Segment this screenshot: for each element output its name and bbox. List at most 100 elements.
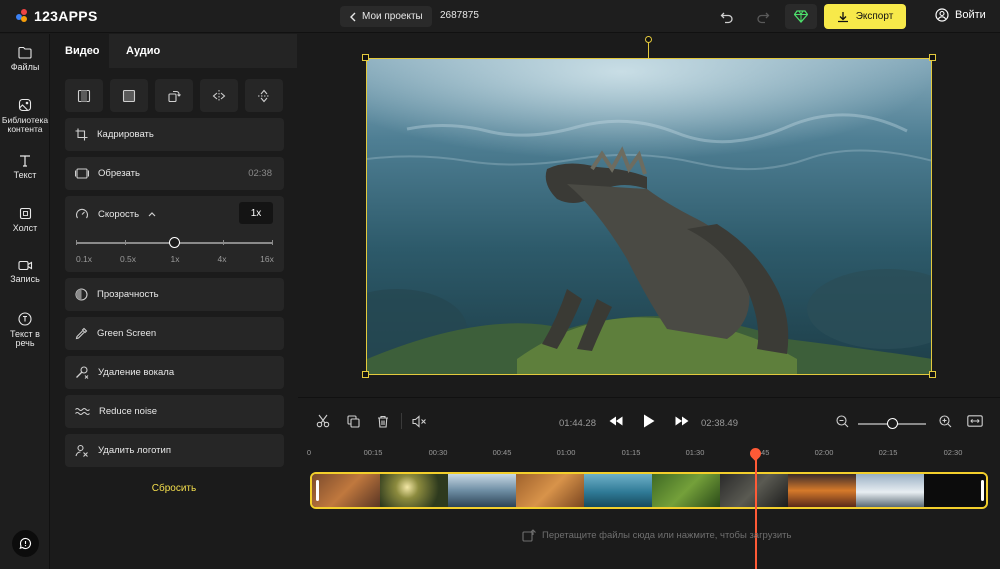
nav-item-canvas[interactable]: Холст — [0, 207, 50, 233]
eyedropper-icon — [75, 327, 88, 340]
chat-icon — [19, 538, 32, 550]
ruler-label: 01:15 — [621, 448, 641, 457]
help-chat-button[interactable] — [12, 530, 39, 557]
vocal-removal-label: Удаление вокала — [98, 367, 175, 378]
rewind-button[interactable] — [607, 412, 625, 430]
speed-slider-thumb[interactable] — [169, 237, 180, 248]
reduce-noise-row[interactable]: Reduce noise — [65, 395, 284, 428]
flip-horizontal-button[interactable] — [200, 79, 238, 112]
tab-audio[interactable]: Аудио — [126, 45, 160, 57]
clip-trim-handle-left[interactable] — [316, 480, 319, 501]
my-projects-button[interactable]: Мои проекты — [340, 6, 432, 27]
undo-button[interactable] — [716, 6, 738, 28]
resize-handle-bottom-left[interactable] — [362, 371, 369, 378]
opacity-icon — [75, 288, 88, 301]
rotate-icon — [168, 90, 181, 102]
green-screen-row[interactable]: Green Screen — [65, 317, 284, 350]
fit-timeline-button[interactable] — [966, 412, 984, 430]
fast-forward-icon — [675, 416, 689, 426]
logo-text: 123APPS — [34, 8, 98, 24]
logo-mark-icon — [16, 9, 30, 23]
reset-button[interactable]: Сбросить — [51, 483, 297, 494]
export-button[interactable]: Экспорт — [824, 4, 906, 29]
nav-label: Запись — [10, 274, 40, 284]
speed-mark: 0.5x — [119, 254, 137, 264]
mute-button[interactable] — [410, 412, 428, 430]
timeline-zoom-thumb[interactable] — [886, 418, 898, 429]
fast-forward-button[interactable] — [673, 412, 691, 430]
nav-label: Текст в речь — [10, 329, 40, 349]
clip-thumbnail — [856, 474, 924, 507]
copy-icon — [346, 414, 360, 428]
diamond-icon — [794, 10, 808, 23]
resize-handle-top-left[interactable] — [362, 54, 369, 61]
nav-item-text[interactable]: Текст — [0, 154, 50, 180]
zoom-out-icon — [835, 414, 848, 427]
nav-item-text-to-speech[interactable]: Текст в речь — [0, 312, 50, 349]
redo-button[interactable] — [752, 6, 774, 28]
speed-mark: 0.1x — [75, 254, 93, 264]
play-button[interactable] — [640, 412, 658, 430]
microphone-off-icon — [76, 366, 89, 379]
clip-thumbnail — [448, 474, 516, 507]
project-id[interactable]: 2687875 — [440, 10, 479, 21]
rotate-button[interactable] — [155, 79, 193, 112]
clip-thumbnail — [312, 474, 380, 507]
speed-tick — [125, 240, 126, 245]
speed-header[interactable]: Скорость — [75, 207, 156, 221]
resize-handle-bottom-right[interactable] — [929, 371, 936, 378]
timeline[interactable]: 0 00:15 00:30 00:45 01:00 01:15 01:30 01… — [298, 441, 1000, 569]
rotate-handle[interactable] — [645, 36, 652, 43]
play-icon — [644, 414, 655, 428]
clip-trim-handle-right[interactable] — [981, 480, 984, 501]
chevron-up-icon — [148, 212, 156, 217]
video-frame[interactable] — [366, 58, 932, 375]
trim-row[interactable]: Обрезать 02:38 — [65, 157, 284, 190]
app-logo[interactable]: 123APPS — [16, 8, 98, 24]
resize-handle-top-right[interactable] — [929, 54, 936, 61]
crop-row[interactable]: Кадрировать — [65, 118, 284, 151]
vocal-removal-row[interactable]: Удаление вокала — [65, 356, 284, 389]
flip-vertical-icon — [258, 89, 270, 102]
duplicate-button[interactable] — [344, 412, 362, 430]
nav-item-files[interactable]: Файлы — [0, 46, 50, 72]
tab-video[interactable]: Видео — [65, 45, 100, 57]
drop-hint-text: Перетащите файлы сюда или нажмите, чтобы… — [542, 530, 792, 541]
speed-value-input[interactable]: 1x — [239, 202, 273, 224]
fit-frame-icon — [77, 89, 91, 102]
left-nav: Файлы Библиотека контента Текст Холст За… — [0, 34, 50, 569]
folder-icon — [18, 46, 32, 59]
zoom-in-icon — [938, 414, 951, 427]
top-bar: 123APPS Мои проекты 2687875 Экспорт Войт… — [0, 0, 1000, 33]
text-to-speech-icon — [18, 312, 32, 326]
trim-icon — [75, 168, 89, 179]
toolbar-divider — [401, 413, 402, 429]
video-preview-area — [298, 34, 1000, 397]
flip-vertical-button[interactable] — [245, 79, 283, 112]
nav-item-content-library[interactable]: Библиотека контента — [0, 98, 50, 134]
opacity-row[interactable]: Прозрачность — [65, 278, 284, 311]
chevron-left-icon — [350, 12, 356, 21]
zoom-out-button[interactable] — [833, 412, 851, 430]
speed-tick — [272, 240, 273, 245]
export-label: Экспорт — [855, 11, 894, 22]
green-screen-label: Green Screen — [97, 328, 157, 339]
clip-thumbnail — [380, 474, 448, 507]
fill-button[interactable] — [110, 79, 148, 112]
remove-logo-icon — [75, 444, 88, 457]
premium-button[interactable] — [785, 4, 817, 29]
split-button[interactable] — [314, 412, 332, 430]
nav-item-record[interactable]: Запись — [0, 260, 50, 284]
login-button[interactable]: Войти — [935, 8, 986, 22]
upload-icon — [522, 529, 536, 542]
speed-label: Скорость — [98, 208, 140, 220]
fit-button[interactable] — [65, 79, 103, 112]
upload-drop-zone[interactable]: Перетащите файлы сюда или нажмите, чтобы… — [522, 529, 791, 542]
my-projects-label: Мои проекты — [362, 11, 423, 22]
zoom-in-button[interactable] — [936, 412, 954, 430]
speed-section: Скорость 1x 0.1x 0.5x 1x 4x 16x — [65, 196, 284, 272]
remove-logo-row[interactable]: Удалить логотип — [65, 434, 284, 467]
delete-button[interactable] — [374, 412, 392, 430]
video-clip[interactable] — [310, 472, 988, 509]
canvas-icon — [19, 207, 31, 220]
